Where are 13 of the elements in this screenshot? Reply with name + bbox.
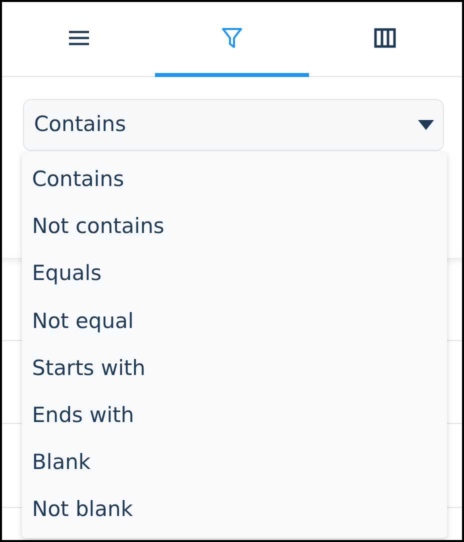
dropdown-option[interactable]: Not blank	[22, 486, 447, 534]
dropdown-option[interactable]: Ends with	[22, 392, 447, 440]
operator-select[interactable]: Contains	[23, 99, 444, 151]
dropdown-option[interactable]: Equals	[22, 250, 447, 298]
filter-icon	[220, 26, 243, 48]
caret-icon	[417, 119, 435, 131]
dropdown-option[interactable]: Contains	[22, 156, 447, 204]
dropdown-option[interactable]: Not contains	[22, 203, 447, 250]
menu-icon	[68, 30, 90, 46]
columns-icon	[374, 28, 396, 48]
dropdown-option[interactable]: Starts with	[22, 344, 447, 392]
dropdown-option[interactable]: Not equal	[22, 298, 447, 345]
dropdown-option[interactable]: Blank	[22, 439, 447, 486]
